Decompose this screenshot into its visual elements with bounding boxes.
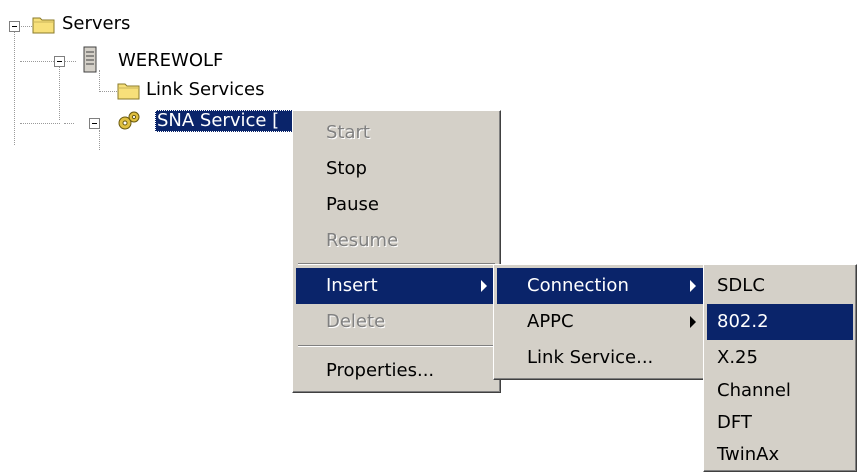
tree-connector [99,130,100,150]
menu-item-label: Delete [326,311,386,332]
folder-icon [32,17,55,34]
tree-item-servers[interactable]: Servers [62,13,130,35]
connection-submenu: SDLC 802.2 X.25 Channel DFT TwinAx [703,264,857,472]
tree-connector [18,26,32,27]
submenu-arrow-icon [690,280,696,292]
menu-item-dft[interactable]: DFT [707,405,853,441]
tree-connector [59,60,60,120]
menu-item-stop[interactable]: Stop [296,151,497,187]
menu-item-twinax[interactable]: TwinAx [707,437,853,473]
tree-connector [64,123,74,124]
menu-item-label: 802.2 [717,311,769,332]
submenu-arrow-icon [690,316,696,328]
menu-item-insert[interactable]: Insert [296,268,497,304]
menu-item-label: APPC [527,311,574,332]
menu-item-sdlc[interactable]: SDLC [707,268,853,304]
menu-item-label: TwinAx [717,444,780,465]
menu-item-channel[interactable]: Channel [707,373,853,409]
menu-item-delete[interactable]: Delete [296,304,497,340]
server-icon [83,46,97,73]
tree-connector [14,30,15,145]
tree-item-link-services[interactable]: Link Services [146,79,265,101]
menu-item-label: Properties... [326,360,435,381]
menu-item-802-2[interactable]: 802.2 [707,304,853,340]
tree-connector [64,61,76,62]
menu-item-label: Start [326,122,370,143]
menu-item-label: DFT [717,412,752,433]
menu-item-start[interactable]: Start [296,115,497,151]
menu-item-label: X.25 [717,347,758,368]
menu-item-connection[interactable]: Connection [497,268,706,304]
menu-item-resume[interactable]: Resume [296,223,497,259]
tree-connector [99,91,117,92]
insert-submenu: Connection APPC Link Service... [493,264,710,380]
menu-item-label: Connection [527,275,629,296]
menu-item-appc[interactable]: APPC [497,304,706,340]
menu-item-label: Link Service... [527,347,654,368]
menu-item-label: Pause [326,194,379,215]
menu-item-label: Stop [326,158,367,179]
gears-icon [118,111,140,130]
menu-item-label: Channel [717,380,791,401]
menu-item-label: SDLC [717,275,765,296]
collapse-toggle[interactable] [54,56,65,67]
menu-item-label: Insert [326,275,378,296]
tree-item-werewolf[interactable]: WEREWOLF [118,50,223,72]
collapse-toggle[interactable] [89,118,100,129]
tree-connector [20,123,60,124]
menu-item-link-service[interactable]: Link Service... [497,340,706,376]
menu-item-pause[interactable]: Pause [296,187,497,223]
submenu-arrow-icon [481,280,487,292]
menu-item-x25[interactable]: X.25 [707,340,853,376]
menu-separator [298,263,495,265]
context-menu: Start Stop Pause Resume Insert Delete Pr… [292,110,501,393]
collapse-toggle[interactable] [9,21,20,32]
menu-item-properties[interactable]: Properties... [296,353,497,389]
folder-icon [117,83,140,100]
menu-item-label: Resume [326,230,399,251]
menu-separator [298,345,495,347]
